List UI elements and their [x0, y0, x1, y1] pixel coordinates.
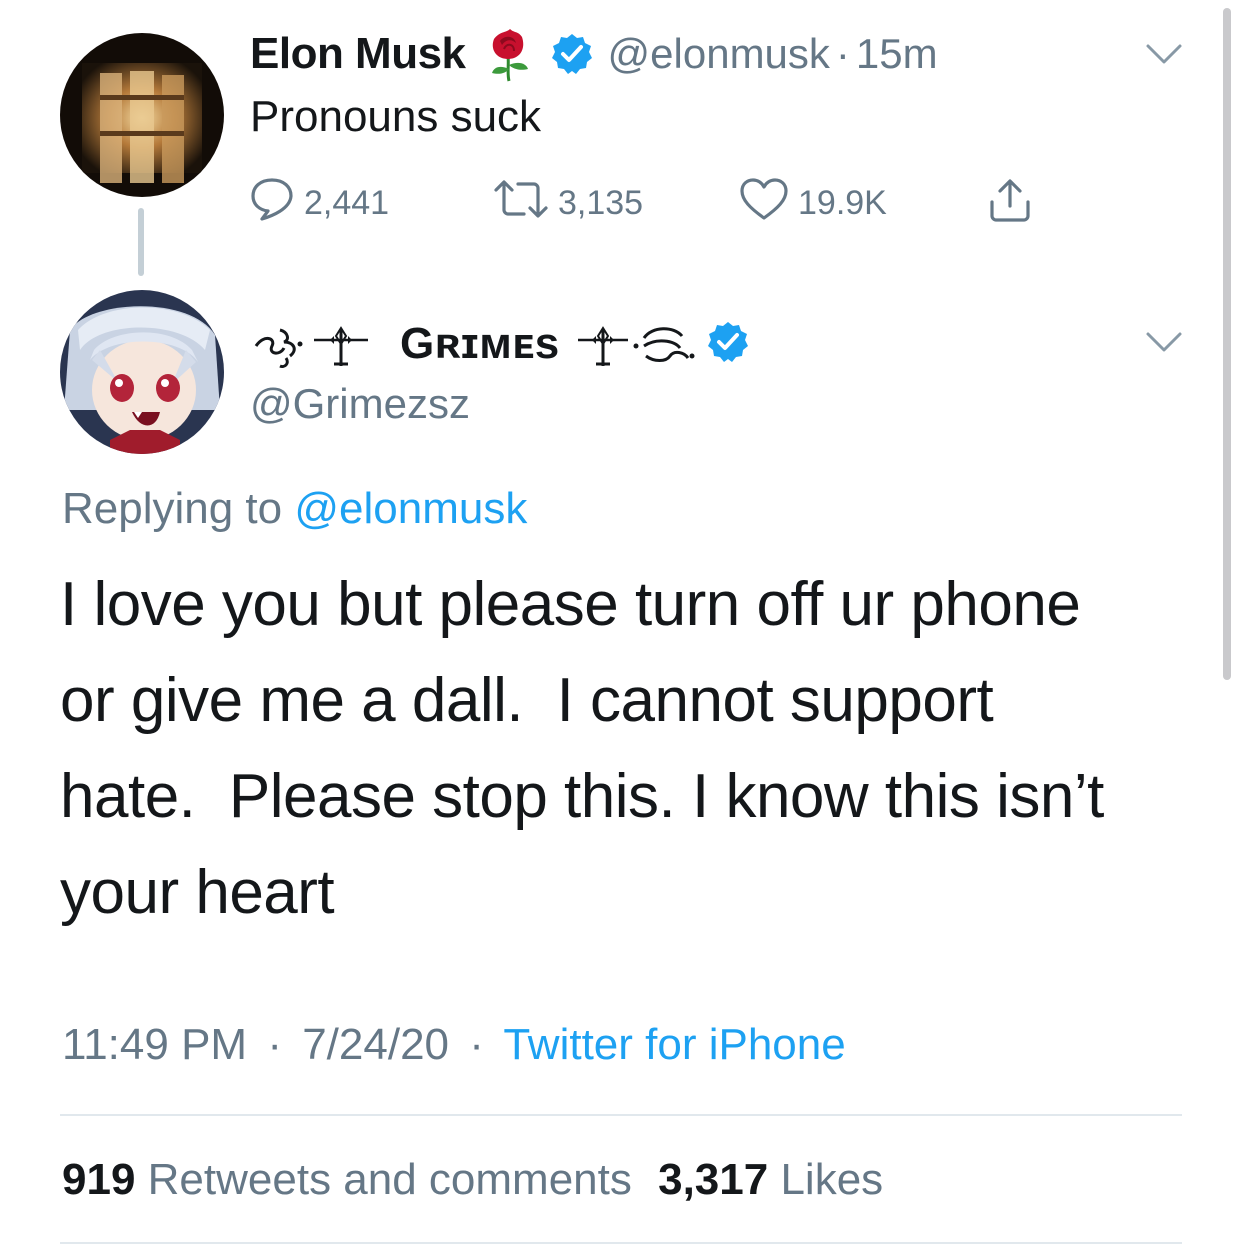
tweet-body: I love you but please turn off ur phone …	[60, 557, 1210, 941]
share-icon	[986, 176, 1042, 233]
reply-button[interactable]: 2,441	[248, 176, 389, 231]
separator: ·	[835, 30, 850, 77]
replying-to: Replying to @elonmusk	[62, 484, 527, 534]
tweet-date: 7/24/20	[302, 1020, 450, 1069]
retweet-count: 3,135	[558, 184, 644, 222]
rose-emoji-icon	[480, 25, 538, 88]
tweet-stats: 919 Retweets and comments 3,317 Likes	[62, 1155, 883, 1205]
verified-badge-icon	[706, 320, 750, 369]
like-count: 19.9K	[798, 184, 887, 222]
timestamp[interactable]: 15m	[856, 30, 938, 78]
share-button[interactable]	[986, 176, 1042, 233]
divider	[60, 1114, 1182, 1116]
tweet-line: hate. Please stop this. I know this isn’…	[60, 762, 1104, 831]
retweets-count: 919	[62, 1155, 136, 1204]
comment-icon	[248, 176, 304, 231]
right-ornament-icon	[570, 316, 700, 372]
grimes-avatar[interactable]	[60, 290, 224, 454]
tweet-time: 11:49 PM	[62, 1020, 248, 1069]
reply-count: 2,441	[304, 184, 390, 222]
replying-handle-link[interactable]: @elonmusk	[294, 484, 527, 533]
like-button[interactable]: 19.9K	[738, 176, 887, 231]
likes-link[interactable]: 3,317 Likes	[658, 1155, 883, 1204]
divider	[60, 1242, 1182, 1244]
display-name[interactable]: Gʀɪᴍᴇs	[400, 319, 560, 369]
retweets-label: Retweets and comments	[147, 1155, 632, 1204]
tweet-meta: 11:49 PM · 7/24/20 · Twitter for iPhone	[62, 1020, 846, 1070]
scrollbar[interactable]	[1223, 8, 1231, 680]
retweet-button[interactable]: 3,135	[492, 176, 643, 231]
likes-label: Likes	[780, 1155, 884, 1204]
tweet-text: Pronouns suck	[250, 92, 542, 141]
retweet-icon	[492, 176, 558, 231]
separator: ·	[267, 1020, 282, 1069]
separator: ·	[469, 1020, 484, 1069]
tweet-line: your heart	[60, 858, 335, 927]
thread-line	[138, 208, 144, 276]
display-name[interactable]: Elon Musk	[250, 29, 466, 79]
chevron-down-icon[interactable]	[1144, 40, 1184, 73]
elon-avatar[interactable]	[60, 33, 224, 197]
source-link[interactable]: Twitter for iPhone	[503, 1020, 845, 1069]
author-handle[interactable]: @elonmusk	[608, 30, 830, 78]
parent-header: Elon Musk @elonmusk · 15m	[250, 24, 938, 84]
retweets-link[interactable]: 919 Retweets and comments	[62, 1155, 644, 1204]
chevron-down-icon[interactable]	[1144, 328, 1184, 361]
reply-header: Gʀɪᴍᴇs	[250, 312, 750, 376]
verified-badge-icon	[550, 32, 594, 81]
heart-icon	[738, 176, 798, 231]
tweet-line: I love you but please turn off ur phone	[60, 570, 1081, 639]
likes-count: 3,317	[658, 1155, 769, 1204]
replying-prefix: Replying to	[62, 484, 283, 533]
left-ornament-icon	[250, 316, 390, 372]
author-handle[interactable]: @Grimezsz	[250, 380, 470, 428]
tweet-line: or give me a dall. I cannot support	[60, 666, 994, 735]
